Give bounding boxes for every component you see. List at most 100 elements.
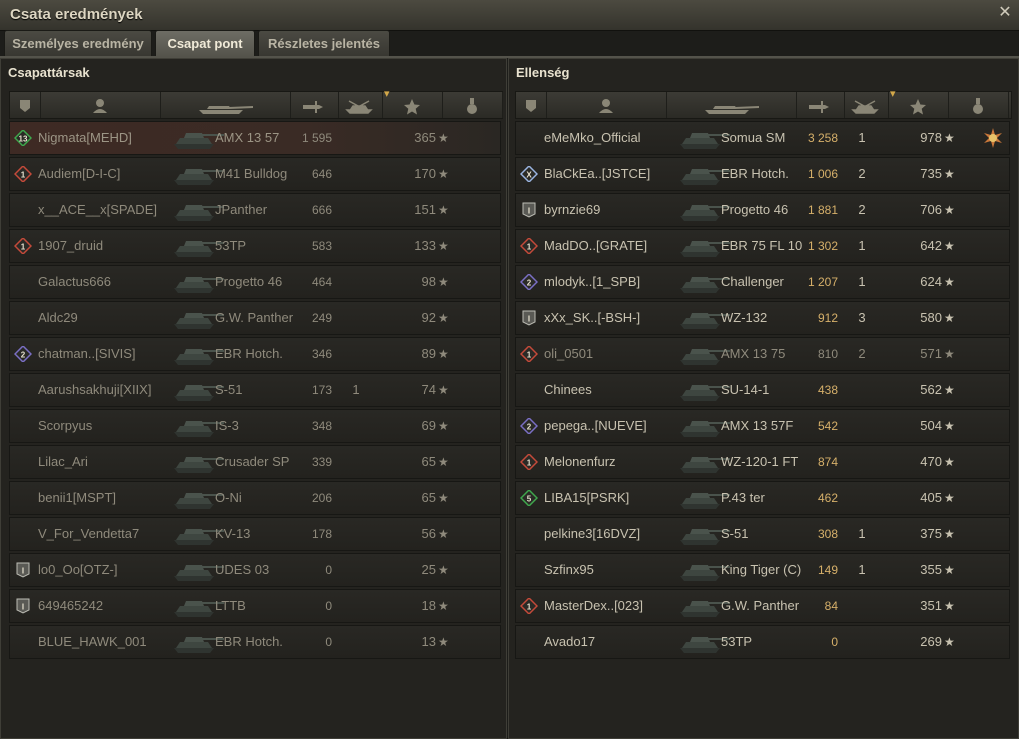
- rank-badge: 1: [519, 230, 540, 262]
- rank-badge-icon: 5: [519, 488, 539, 508]
- tab-detailed-report[interactable]: Részletes jelentés: [258, 30, 390, 56]
- xp-value: 65: [421, 454, 436, 469]
- column-header-kills[interactable]: [844, 92, 889, 118]
- rank-badge: [520, 554, 540, 586]
- player-row[interactable]: V_For_Vendetta7 KV-13 178 56 ★: [9, 517, 501, 551]
- player-row[interactable]: Galactus666 Progetto 46 464 98 ★: [9, 265, 501, 299]
- rank-badge: [520, 374, 540, 406]
- player-row[interactable]: Chinees SU-14-1 438 562 ★: [515, 373, 1010, 407]
- column-header-platoon[interactable]: [10, 92, 41, 118]
- player-icon: [93, 99, 107, 113]
- column-header-damage[interactable]: [796, 92, 845, 118]
- player-row[interactable]: 2 pepega..[NUEVE] AMX 13 57F 542 504 ★: [515, 409, 1010, 443]
- player-row[interactable]: 1 Audiem[D-I-C] M41 Bulldog 646 170 ★: [9, 157, 501, 191]
- column-header-xp-star[interactable]: ▾: [382, 88, 443, 118]
- rank-badge: [14, 302, 34, 334]
- kills-icon: [345, 100, 373, 114]
- damage-value: 149: [817, 563, 838, 577]
- xp-value: 351: [920, 598, 942, 613]
- damage-value: 339: [311, 455, 332, 469]
- column-header-medal[interactable]: [442, 92, 503, 118]
- column-header-medal[interactable]: [948, 92, 1009, 118]
- player-row[interactable]: IxXx_SK..[-BSH-] WZ-132 912 3 580 ★: [515, 301, 1010, 335]
- player-row[interactable]: Avado17 53TP 0 269 ★: [515, 625, 1010, 659]
- xp-value: 580: [920, 310, 942, 325]
- damage-value: 542: [817, 419, 838, 433]
- player-row[interactable]: Szfinx95 King Tiger (C) 149 1 355 ★: [515, 553, 1010, 587]
- column-header-player[interactable]: [546, 92, 667, 118]
- player-row[interactable]: Ibyrnzie69 Progetto 46 1 881 2 706 ★: [515, 193, 1010, 227]
- xp-star-icon: ★: [438, 599, 449, 613]
- column-header-tank[interactable]: [160, 92, 291, 118]
- xp-star-icon: ★: [438, 383, 449, 397]
- tab-team-score[interactable]: Csapat pont: [155, 30, 255, 56]
- player-row[interactable]: BLUE_HAWK_001 EBR Hotch. 0 13 ★: [9, 625, 501, 659]
- player-row[interactable]: 2 mlodyk..[1_SPB] Challenger 1 207 1 624 ★: [515, 265, 1010, 299]
- player-row[interactable]: 1 MasterDex..[023] G.W. Panther 84 351 ★: [515, 589, 1010, 623]
- medal-icon: [984, 128, 1002, 148]
- svg-text:5: 5: [527, 495, 532, 504]
- svg-text:2: 2: [527, 423, 532, 432]
- player-row[interactable]: I 649465242 LTTB 0 18 ★: [9, 589, 501, 623]
- player-row[interactable]: 1 MadDO..[GRATE] EBR 75 FL 10 1 302 1 642 ★: [515, 229, 1010, 263]
- player-row[interactable]: 5 LIBA15[PSRK] P.43 ter 462 405 ★: [515, 481, 1010, 515]
- close-icon[interactable]: ✕: [997, 3, 1013, 23]
- kills-value: [346, 410, 366, 442]
- player-row[interactable]: 1 oli_0501 AMX 13 75 810 2 571 ★: [515, 337, 1010, 371]
- player-row[interactable]: 1 Melonenfurz WZ-120-1 FT 874 470 ★: [515, 445, 1010, 479]
- kills-value: 2: [858, 202, 866, 217]
- player-row[interactable]: x__ACE__x[SPADE] JPanther 666 151 ★: [9, 193, 501, 227]
- kills-value: [852, 590, 872, 622]
- player-name: Chinees: [544, 382, 592, 397]
- xp-value: 74: [421, 382, 436, 397]
- player-row[interactable]: Aldc29 G.W. Panther 249 92 ★: [9, 301, 501, 335]
- rank-badge: [520, 122, 540, 154]
- player-row[interactable]: benii1[MSPT] O-Ni 206 65 ★: [9, 481, 501, 515]
- column-header-xp-star[interactable]: ▾: [888, 88, 949, 118]
- column-header-platoon[interactable]: [516, 92, 547, 118]
- player-row[interactable]: eMeMko_Official Somua SM 3 258 1 978 ★: [515, 121, 1010, 155]
- kills-value: 2: [858, 166, 866, 181]
- player-row[interactable]: Lilac_Ari Crusader SP 339 65 ★: [9, 445, 501, 479]
- xp-star-icon: ★: [944, 563, 955, 577]
- rank-badge-icon: 2: [519, 272, 539, 292]
- column-header-damage[interactable]: [290, 92, 339, 118]
- platoon-icon: [526, 100, 536, 112]
- sort-arrow-icon: ▾: [890, 88, 896, 100]
- tab-personal-results[interactable]: Személyes eredmény: [4, 30, 152, 56]
- kills-value: [346, 338, 366, 370]
- player-name: Nigmata[MEHD]: [38, 130, 132, 145]
- player-row[interactable]: Scorpyus IS-3 348 69 ★: [9, 409, 501, 443]
- player-row[interactable]: Ilo0_Oo[OTZ-] UDES 03 0 25 ★: [9, 553, 501, 587]
- player-row[interactable]: X BlaCkEa..[JSTCE] EBR Hotch. 1 006 2 735 ★: [515, 157, 1010, 191]
- column-header-kills[interactable]: [338, 92, 383, 118]
- medal[interactable]: [982, 122, 1006, 154]
- column-header-tank[interactable]: [666, 92, 797, 118]
- damage-value: 206: [311, 491, 332, 505]
- player-name: Melonenfurz: [544, 454, 616, 469]
- damage-icon: [303, 101, 323, 113]
- player-row[interactable]: pelkine3[16DVZ] S-51 308 1 375 ★: [515, 517, 1010, 551]
- xp-value: 642: [920, 238, 942, 253]
- rank-badge-icon: 1: [519, 596, 539, 616]
- damage-value: 0: [831, 635, 838, 649]
- player-row[interactable]: 13 Nigmata[MEHD] AMX 13 57 1 595 365 ★: [9, 121, 501, 155]
- player-name: Aldc29: [38, 310, 78, 325]
- damage-value: 173: [311, 383, 332, 397]
- column-header-player[interactable]: [40, 92, 161, 118]
- player-row[interactable]: 1 1907_druid 53TP 583 133 ★: [9, 229, 501, 263]
- kills-value: [346, 518, 366, 550]
- damage-value: 1 302: [807, 239, 838, 253]
- rank-badge: I: [14, 554, 34, 586]
- player-name: oli_0501: [544, 346, 594, 361]
- svg-text:I: I: [22, 567, 24, 576]
- player-row[interactable]: 2 chatman..[SIVIS] EBR Hotch. 346 89 ★: [9, 337, 501, 371]
- xp-star-icon: [404, 99, 420, 115]
- xp-star-icon: ★: [438, 203, 449, 217]
- rank-badge: 2: [519, 266, 540, 298]
- damage-icon: [809, 101, 829, 113]
- xp-value: 133: [414, 238, 436, 253]
- xp-star-icon: ★: [944, 239, 955, 253]
- player-row[interactable]: Aarushsakhuji[XIIX] S-51 173 1 74 ★: [9, 373, 501, 407]
- kills-value: [346, 302, 366, 334]
